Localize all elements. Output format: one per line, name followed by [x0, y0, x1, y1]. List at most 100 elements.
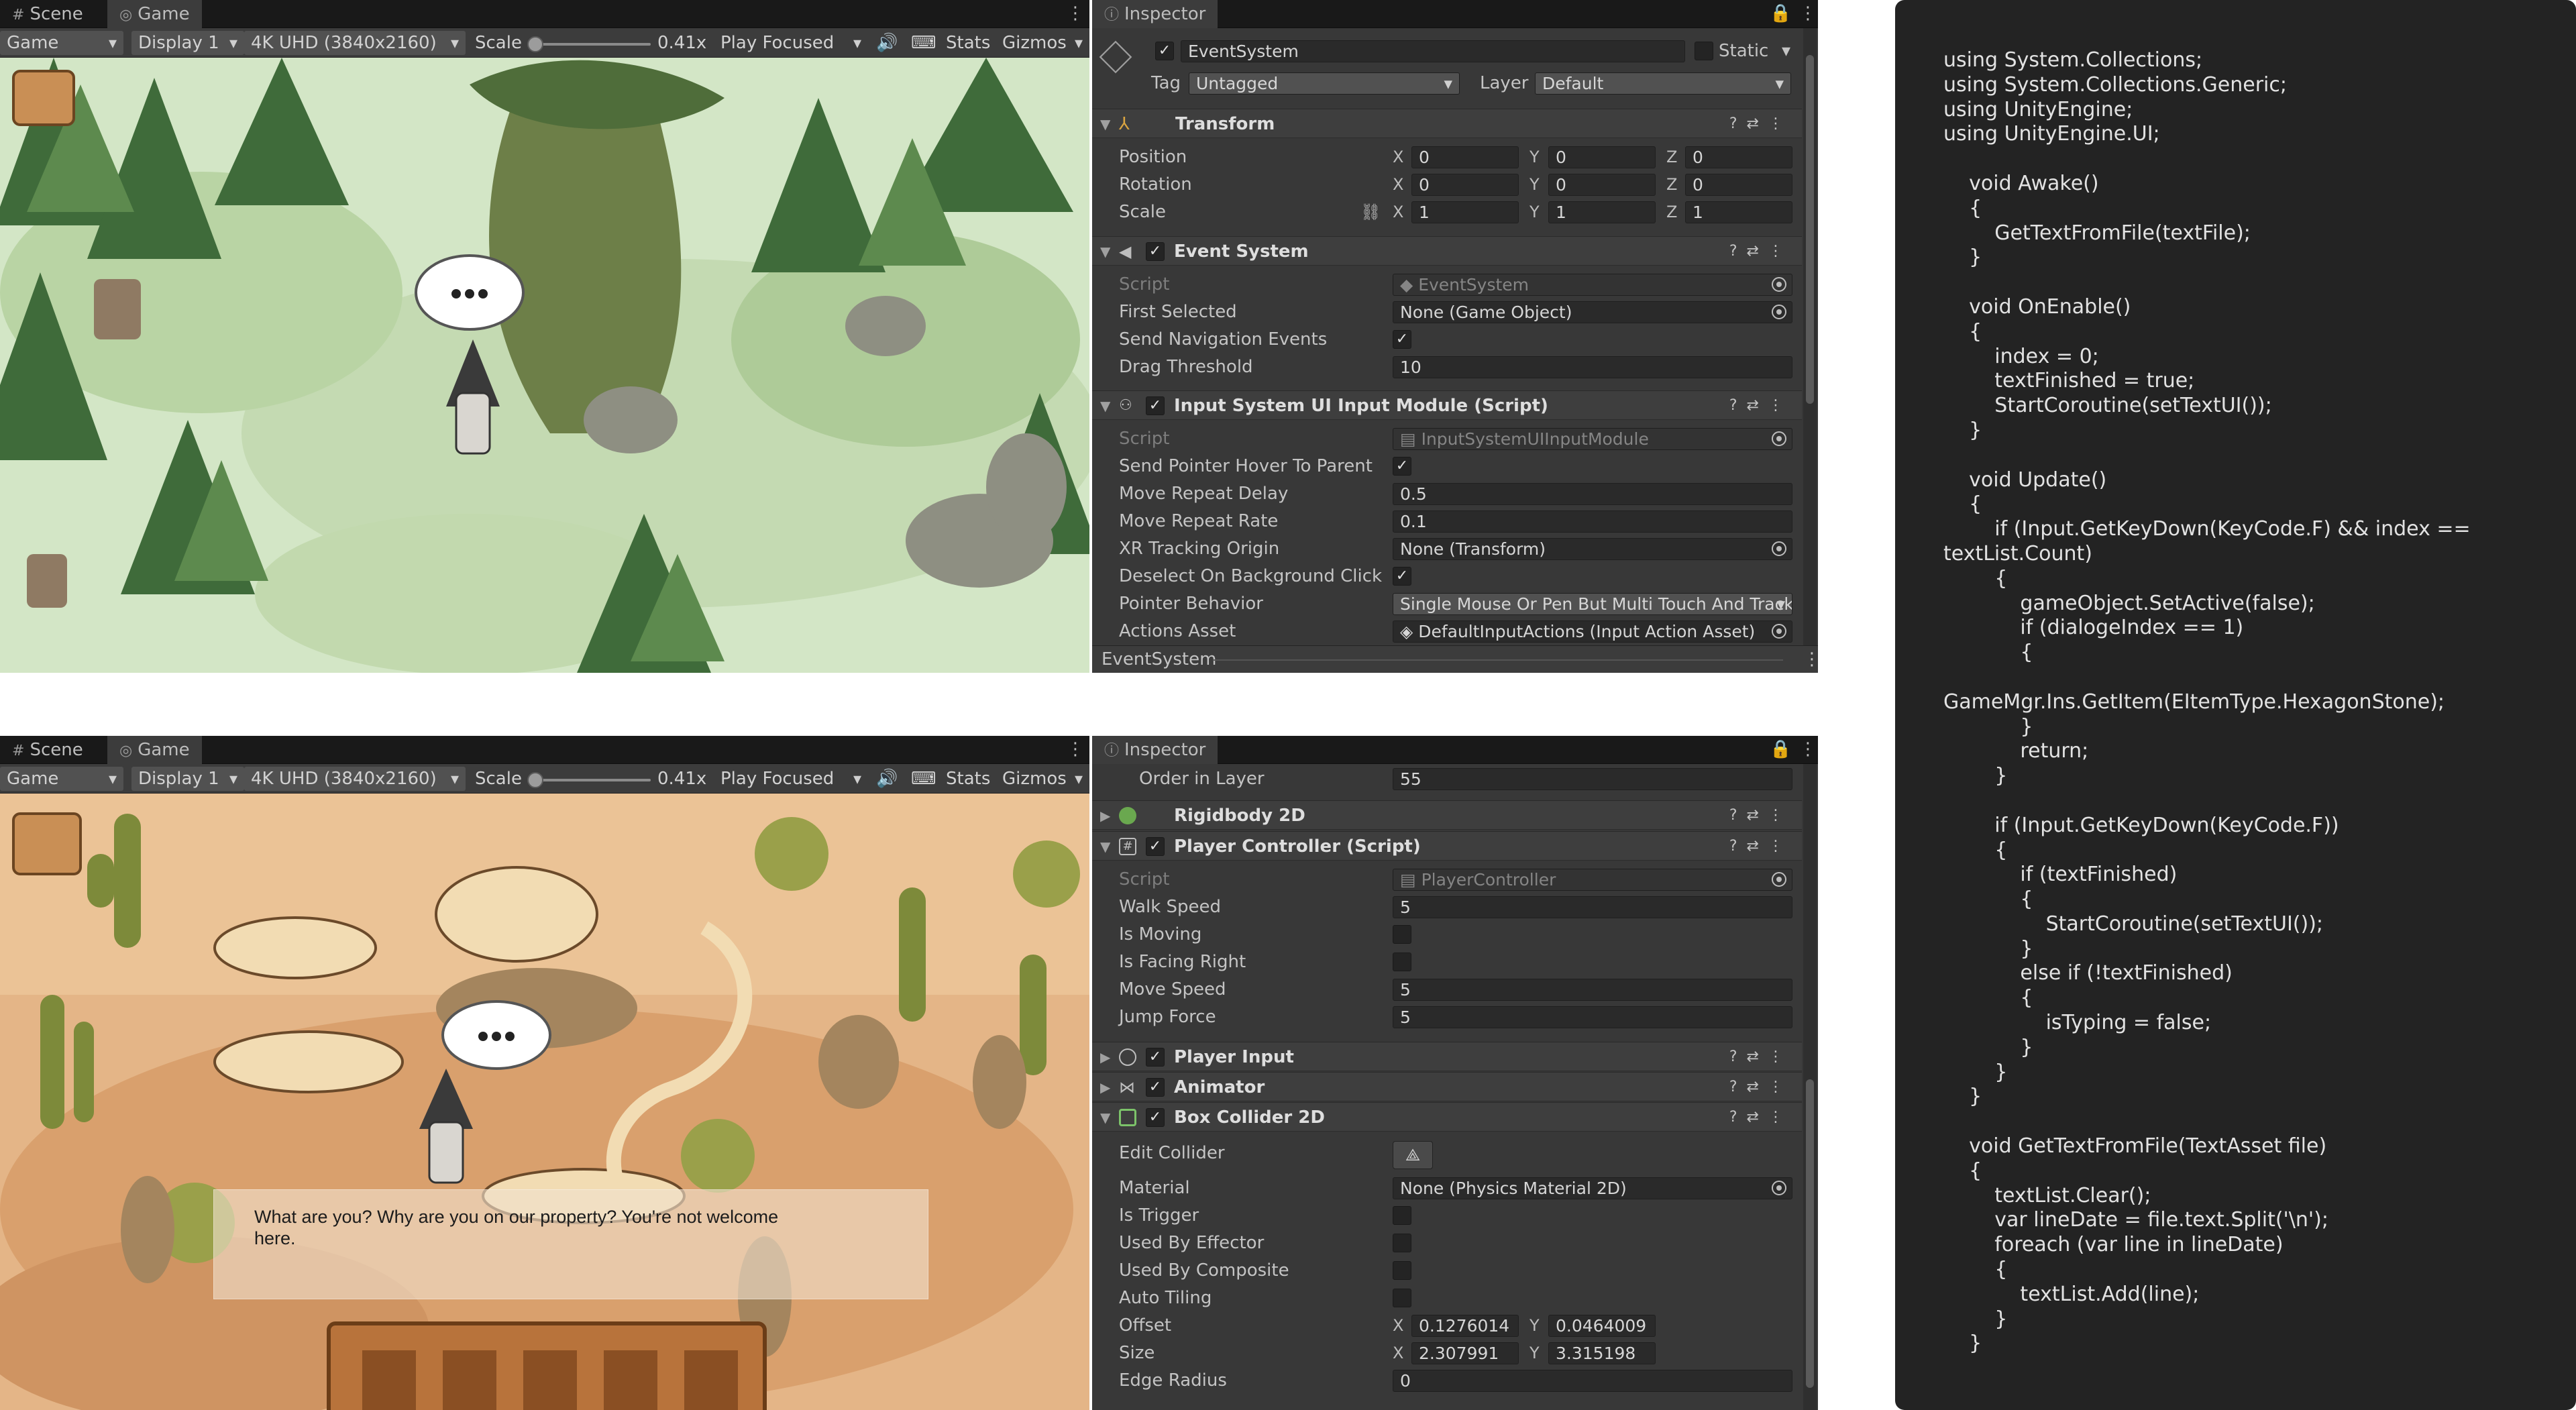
- pointer-behavior-dropdown[interactable]: Single Mouse Or Pen But Multi Touch And …: [1393, 593, 1792, 615]
- stats-button[interactable]: Stats: [946, 767, 990, 791]
- transform-header[interactable]: ▼ ⅄ Transform ?⇄⋮: [1092, 109, 1802, 138]
- game-mode-dropdown[interactable]: Game: [0, 767, 123, 791]
- edit-collider-button[interactable]: ⟁: [1393, 1141, 1433, 1169]
- player-controller-header[interactable]: ▼ # ✓ Player Controller (Script) ?⇄⋮: [1092, 831, 1802, 861]
- mute-audio-icon[interactable]: 🔊: [876, 767, 898, 791]
- is-trigger-checkbox[interactable]: [1393, 1206, 1411, 1225]
- scale-y-field[interactable]: 1: [1548, 201, 1656, 223]
- component-help-settings-icons[interactable]: ?⇄⋮: [1729, 801, 1792, 830]
- footer-more-icon[interactable]: ⋮: [1803, 646, 1818, 673]
- object-picker-icon[interactable]: [1772, 872, 1786, 887]
- walk-speed-field[interactable]: 5: [1393, 896, 1792, 918]
- position-x-field[interactable]: 0: [1411, 146, 1519, 168]
- object-picker-icon[interactable]: [1772, 624, 1786, 639]
- top-inspector-scrollbar[interactable]: [1803, 28, 1817, 645]
- position-z-field[interactable]: 0: [1685, 146, 1792, 168]
- resolution-dropdown[interactable]: 4K UHD (3840x2160): [244, 31, 466, 55]
- desert-game-view[interactable]: What are you? Why are you on our propert…: [0, 794, 1089, 1410]
- animator-header[interactable]: ▶ ⋈ ✓ Animator ?⇄⋮: [1092, 1072, 1802, 1101]
- is-facing-right-checkbox[interactable]: [1393, 953, 1411, 971]
- keyboard-shortcut-icon[interactable]: ⌨: [911, 31, 936, 55]
- offset-x-field[interactable]: 0.1276014: [1411, 1315, 1519, 1337]
- display-dropdown[interactable]: Display 1: [131, 31, 244, 55]
- jump-force-field[interactable]: 5: [1393, 1006, 1792, 1028]
- scale-slider-handle[interactable]: [527, 36, 543, 52]
- game-mode-dropdown[interactable]: Game: [0, 31, 123, 55]
- bottom-inspector-scrollbar[interactable]: [1803, 764, 1817, 1410]
- scrollbar-thumb[interactable]: [1806, 55, 1814, 404]
- move-speed-field[interactable]: 5: [1393, 979, 1792, 1001]
- gizmos-dropdown[interactable]: Gizmos: [996, 767, 1089, 791]
- scale-slider-track[interactable]: [530, 43, 651, 46]
- tab-game[interactable]: ◎ Game: [107, 0, 202, 28]
- rotation-y-field[interactable]: 0: [1548, 174, 1656, 196]
- object-picker-icon[interactable]: [1772, 431, 1786, 446]
- play-mode-dropdown[interactable]: Play Focused: [714, 767, 868, 791]
- box-collider-enabled-checkbox[interactable]: ✓: [1146, 1108, 1165, 1127]
- more-options-icon[interactable]: ⋮: [1067, 736, 1084, 764]
- static-dropdown-arrow[interactable]: ▾: [1782, 40, 1790, 62]
- play-mode-dropdown[interactable]: Play Focused: [714, 31, 868, 55]
- keyboard-shortcut-icon[interactable]: ⌨: [911, 767, 936, 791]
- more-options-icon[interactable]: ⋮: [1067, 0, 1084, 28]
- layer-dropdown[interactable]: Default: [1535, 72, 1791, 95]
- move-repeat-delay-field[interactable]: 0.5: [1393, 483, 1792, 505]
- rotation-x-field[interactable]: 0: [1411, 174, 1519, 196]
- actions-asset-field[interactable]: ◈ DefaultInputActions (Input Action Asse…: [1393, 620, 1792, 643]
- scale-slider-track[interactable]: [530, 779, 651, 781]
- event-system-header[interactable]: ▼ ◀ ✓ Event System ?⇄⋮: [1092, 236, 1802, 266]
- xr-tracking-field[interactable]: None (Transform): [1393, 538, 1792, 560]
- object-picker-icon[interactable]: [1772, 541, 1786, 556]
- inspector-more-icon[interactable]: ⋮: [1799, 736, 1817, 764]
- lock-icon[interactable]: 🔒: [1770, 736, 1791, 764]
- tab-game[interactable]: ◎ Game: [107, 736, 202, 764]
- stats-button[interactable]: Stats: [946, 31, 990, 55]
- first-selected-field[interactable]: None (Game Object): [1393, 301, 1792, 323]
- used-by-composite-checkbox[interactable]: [1393, 1261, 1411, 1280]
- position-y-field[interactable]: 0: [1548, 146, 1656, 168]
- player-input-header[interactable]: ▶ ✓ Player Input ?⇄⋮: [1092, 1042, 1802, 1071]
- size-y-field[interactable]: 3.315198: [1548, 1342, 1656, 1364]
- object-picker-icon[interactable]: [1772, 305, 1786, 319]
- rigidbody-header[interactable]: ▶ Rigidbody 2D ?⇄⋮: [1092, 800, 1802, 830]
- scale-z-field[interactable]: 1: [1685, 201, 1792, 223]
- tab-scene[interactable]: # Scene: [0, 0, 95, 28]
- drag-threshold-field[interactable]: 10: [1393, 356, 1792, 378]
- player-controller-enabled-checkbox[interactable]: ✓: [1146, 837, 1165, 856]
- component-help-settings-icons[interactable]: ?⇄⋮: [1729, 1073, 1792, 1102]
- send-navigation-checkbox[interactable]: ✓: [1393, 330, 1411, 349]
- scrollbar-thumb[interactable]: [1806, 1079, 1814, 1388]
- input-module-enabled-checkbox[interactable]: ✓: [1146, 396, 1165, 415]
- object-picker-icon[interactable]: [1772, 277, 1786, 292]
- object-picker-icon[interactable]: [1772, 1181, 1786, 1195]
- forest-game-view[interactable]: [0, 58, 1089, 673]
- offset-y-field[interactable]: 0.0464009: [1548, 1315, 1656, 1337]
- static-checkbox[interactable]: [1695, 42, 1713, 60]
- tab-scene[interactable]: # Scene: [0, 736, 95, 764]
- input-module-header[interactable]: ▼ ⚇ ✓ Input System UI Input Module (Scri…: [1092, 390, 1802, 420]
- component-help-settings-icons[interactable]: ?⇄⋮: [1729, 109, 1792, 139]
- component-help-settings-icons[interactable]: ?⇄⋮: [1729, 1042, 1792, 1072]
- display-dropdown[interactable]: Display 1: [131, 767, 244, 791]
- gizmos-dropdown[interactable]: Gizmos: [996, 31, 1089, 55]
- event-system-enabled-checkbox[interactable]: ✓: [1146, 242, 1165, 261]
- used-by-effector-checkbox[interactable]: [1393, 1234, 1411, 1252]
- scale-x-field[interactable]: 1: [1411, 201, 1519, 223]
- component-help-settings-icons[interactable]: ?⇄⋮: [1729, 391, 1792, 421]
- player-input-enabled-checkbox[interactable]: ✓: [1146, 1048, 1165, 1067]
- animator-enabled-checkbox[interactable]: ✓: [1146, 1078, 1165, 1097]
- lock-icon[interactable]: 🔒: [1770, 0, 1791, 28]
- material-field[interactable]: None (Physics Material 2D): [1393, 1177, 1792, 1199]
- active-checkbox[interactable]: ✓: [1155, 42, 1174, 60]
- is-moving-checkbox[interactable]: [1393, 925, 1411, 944]
- resolution-dropdown[interactable]: 4K UHD (3840x2160): [244, 767, 466, 791]
- scale-slider-handle[interactable]: [527, 772, 543, 788]
- box-collider-header[interactable]: ▼ ✓ Box Collider 2D ?⇄⋮: [1092, 1102, 1802, 1132]
- tag-dropdown[interactable]: Untagged: [1189, 72, 1460, 95]
- size-x-field[interactable]: 2.307991: [1411, 1342, 1519, 1364]
- rotation-z-field[interactable]: 0: [1685, 174, 1792, 196]
- edge-radius-field[interactable]: 0: [1393, 1370, 1792, 1392]
- inspector-more-icon[interactable]: ⋮: [1799, 0, 1817, 28]
- deselect-checkbox[interactable]: ✓: [1393, 567, 1411, 586]
- tab-inspector[interactable]: ⓘ Inspector: [1092, 0, 1218, 28]
